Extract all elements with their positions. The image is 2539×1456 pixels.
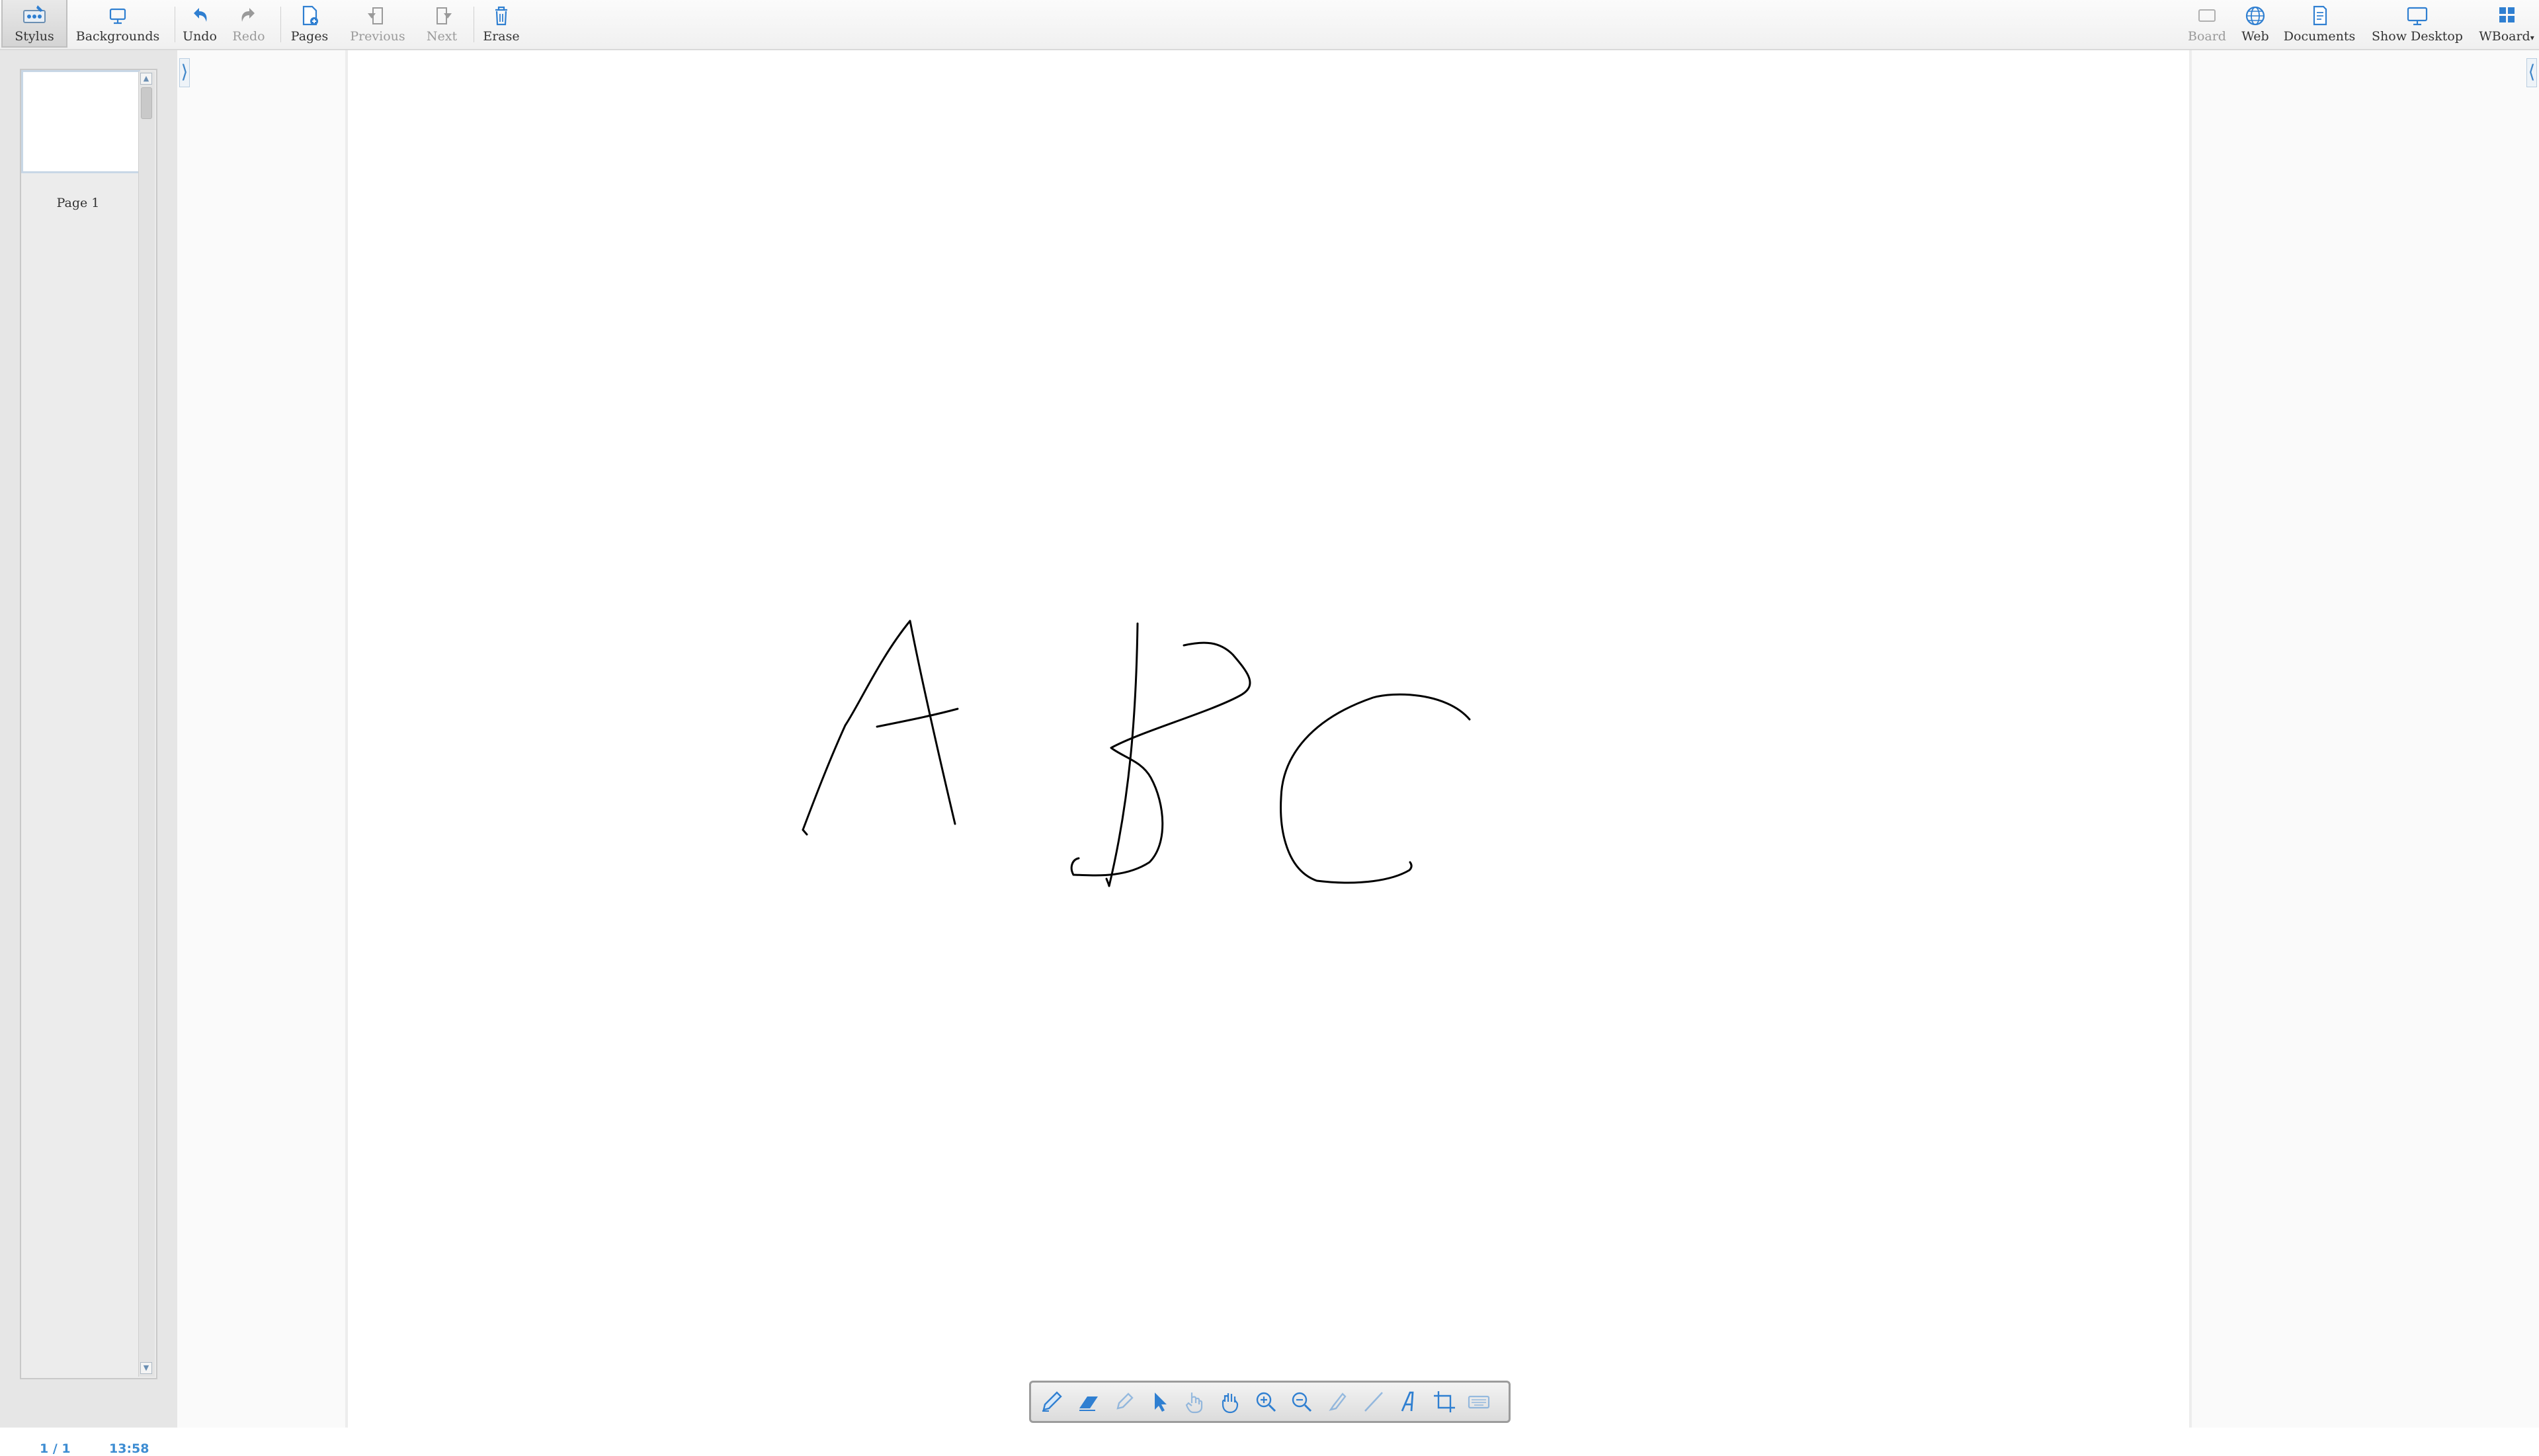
marker-icon: [1116, 1393, 1134, 1410]
wboard-label: WBoard▾: [2479, 29, 2534, 44]
zoom-out-icon: [1292, 1392, 1312, 1412]
hand-tool-button[interactable]: [1214, 1387, 1247, 1417]
redo-button[interactable]: Redo: [229, 0, 269, 48]
stylus-icon: [23, 5, 46, 23]
next-button[interactable]: Next: [421, 0, 463, 48]
stylus-palette: [1029, 1381, 1511, 1423]
page-thumbnail-label: Page 1: [56, 196, 100, 210]
undo-icon: [194, 8, 207, 22]
scroll-down-arrow-icon[interactable]: ▼: [140, 1362, 152, 1374]
arrow-cursor-icon: [1155, 1393, 1167, 1412]
select-tool-button[interactable]: [1142, 1387, 1175, 1417]
board-label: Board: [2188, 29, 2226, 44]
scroll-up-arrow-icon[interactable]: ▲: [140, 73, 152, 85]
keyboard-tool-button[interactable]: [1462, 1387, 1495, 1417]
thumbnail-scrollbar[interactable]: ▲ ▼: [138, 71, 155, 1377]
desktop-icon: [2407, 7, 2428, 26]
ink-stroke: [802, 829, 808, 836]
backgrounds-button[interactable]: Backgrounds: [73, 0, 163, 48]
page-thumbnail[interactable]: [21, 70, 140, 173]
clock: 13:58: [109, 1441, 149, 1456]
erase-label: Erase: [483, 29, 520, 44]
backgrounds-icon: [109, 8, 126, 24]
board-right-margin: [2189, 50, 2539, 1428]
text-icon: [1401, 1391, 1414, 1412]
eraser-tool-button[interactable]: [1072, 1387, 1105, 1417]
main-toolbar: Stylus Backgrounds Undo Redo Pages Previ…: [0, 0, 2539, 50]
globe-icon: [2245, 6, 2265, 26]
redo-icon: [241, 8, 255, 22]
marker-tool-button[interactable]: [1108, 1387, 1141, 1417]
next-label: Next: [426, 29, 458, 44]
eraser-icon: [1079, 1396, 1098, 1411]
expand-right-panel-handle[interactable]: ⟨: [2526, 58, 2537, 87]
zoom-in-tool-button[interactable]: [1249, 1387, 1282, 1417]
zoom-out-tool-button[interactable]: [1285, 1387, 1318, 1417]
hand-icon: [1222, 1393, 1239, 1414]
documents-button[interactable]: Documents: [2280, 0, 2358, 48]
undo-label: Undo: [183, 29, 217, 44]
grid-icon: [2499, 7, 2515, 22]
toolbar-divider: [280, 7, 281, 42]
pointing-hand-icon: [1185, 1393, 1203, 1414]
web-button[interactable]: Web: [2235, 0, 2275, 48]
interact-tool-button[interactable]: [1178, 1387, 1211, 1417]
ink-stroke: [1280, 693, 1471, 884]
line-tool-button[interactable]: [1356, 1387, 1390, 1417]
board-icon: [2198, 9, 2216, 22]
pages-label: Pages: [290, 29, 329, 44]
zoom-in-icon: [1256, 1392, 1276, 1412]
chevron-left-icon: ⟨: [2528, 61, 2536, 83]
board-left-margin: [177, 50, 348, 1428]
documents-icon: [2313, 5, 2327, 26]
board-button[interactable]: Board: [2184, 0, 2230, 48]
next-icon: [437, 7, 452, 24]
keyboard-icon: [1468, 1395, 1490, 1409]
laser-tool-button[interactable]: [1321, 1387, 1354, 1417]
chevron-right-icon: ⟩: [181, 61, 188, 83]
page-thumbnail-list[interactable]: Page 1 ▲ ▼: [20, 69, 157, 1379]
pages-button[interactable]: Pages: [286, 0, 333, 48]
trash-icon: [495, 6, 507, 26]
erase-button[interactable]: Erase: [479, 0, 524, 48]
previous-icon: [368, 7, 383, 24]
laser-pointer-icon: [1329, 1393, 1347, 1411]
page-counter: 1 / 1: [40, 1441, 71, 1456]
scrollbar-thumb[interactable]: [141, 87, 152, 119]
drawing-canvas[interactable]: [348, 50, 2189, 1428]
line-icon: [1364, 1392, 1383, 1412]
thumbnail-panel: Page 1 ▲ ▼ 1 / 1 13:58: [0, 50, 177, 1456]
handwriting-strokes: [802, 620, 1471, 887]
ink-stroke: [1070, 641, 1251, 877]
documents-label: Documents: [2283, 29, 2356, 44]
stylus-label: Stylus: [15, 29, 54, 44]
ink-stroke: [876, 708, 959, 728]
pen-tool-button[interactable]: [1035, 1387, 1068, 1417]
pages-icon: [302, 5, 318, 26]
redo-label: Redo: [232, 29, 265, 44]
wboard-button[interactable]: WBoard▾: [2476, 0, 2537, 48]
show-desktop-label: Show Desktop: [2372, 29, 2463, 44]
capture-tool-button[interactable]: [1428, 1387, 1461, 1417]
pen-icon: [1042, 1391, 1062, 1412]
dropdown-arrow-icon: ▾: [2530, 33, 2534, 42]
collapse-left-panel-handle[interactable]: ⟩: [179, 58, 190, 87]
previous-label: Previous: [350, 29, 405, 44]
show-desktop-button[interactable]: Show Desktop: [2368, 0, 2467, 48]
web-label: Web: [2241, 29, 2269, 44]
stylus-button[interactable]: Stylus: [1, 0, 67, 48]
undo-button[interactable]: Undo: [180, 0, 220, 48]
previous-button[interactable]: Previous: [344, 0, 411, 48]
text-tool-button[interactable]: [1392, 1387, 1425, 1417]
backgrounds-label: Backgrounds: [75, 29, 160, 44]
capture-icon: [1434, 1391, 1455, 1412]
